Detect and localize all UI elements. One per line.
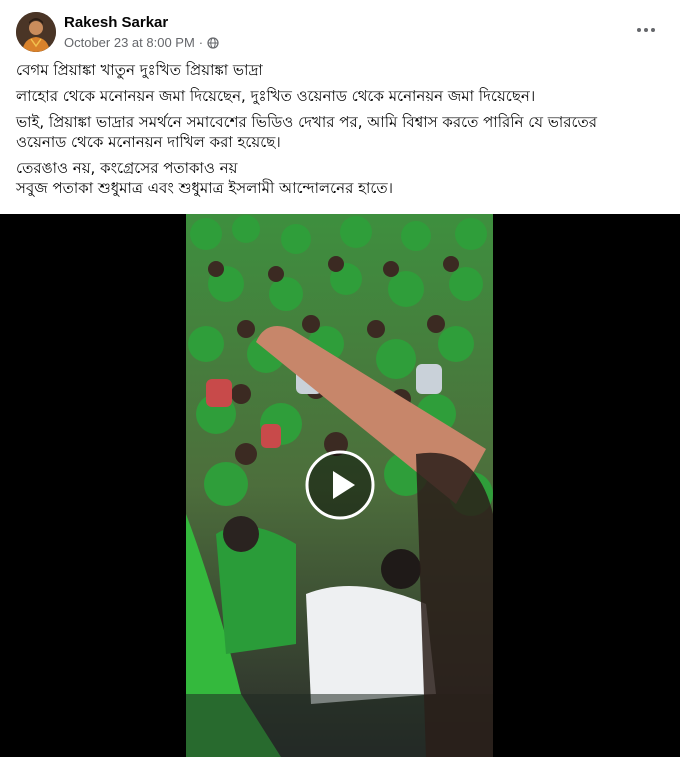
post-timestamp[interactable]: October 23 at 8:00 PM bbox=[64, 35, 195, 50]
more-horizontal-icon bbox=[637, 28, 641, 32]
meta-separator: · bbox=[198, 35, 204, 50]
text-line: বেগম প্রিয়াঙ্কা খাতুন দুঃখিত প্রিয়াঙ্ক… bbox=[16, 61, 263, 79]
post-header: Rakesh Sarkar October 23 at 8:00 PM · bbox=[0, 0, 680, 58]
avatar[interactable] bbox=[16, 12, 56, 52]
text-line: সবুজ পতাকা শুধুমাত্র এবং শুধুমাত্র ইসলাম… bbox=[16, 179, 393, 197]
text-line: ভাই, প্রিয়াঙ্কা ভাদ্রার সমর্থনে সমাবেশে… bbox=[16, 113, 598, 131]
more-dot bbox=[644, 28, 648, 32]
text-line: ওয়েনাড থেকে মনোনয়ন দাখিল করা হয়েছে। bbox=[16, 133, 281, 151]
globe-icon[interactable] bbox=[207, 36, 219, 49]
avatar-image bbox=[16, 12, 56, 52]
more-options-button[interactable] bbox=[630, 16, 662, 44]
author-name[interactable]: Rakesh Sarkar bbox=[64, 14, 168, 31]
paragraph-3: ভাই, প্রিয়াঙ্কা ভাদ্রার সমর্থনে সমাবেশে… bbox=[16, 112, 666, 152]
video-player[interactable] bbox=[0, 214, 680, 757]
paragraph-1: বেগম প্রিয়াঙ্কা খাতুন দুঃখিত প্রিয়াঙ্ক… bbox=[16, 60, 666, 80]
post-meta: October 23 at 8:00 PM · bbox=[64, 35, 219, 50]
more-dot bbox=[651, 28, 655, 32]
text-line: তেরঙাও নয়, কংগ্রেসের পতাকাও নয় bbox=[16, 159, 238, 177]
post-text: বেগম প্রিয়াঙ্কা খাতুন দুঃখিত প্রিয়াঙ্ক… bbox=[16, 60, 666, 204]
play-icon[interactable] bbox=[305, 450, 375, 520]
paragraph-4: তেরঙাও নয়, কংগ্রেসের পতাকাও নয় সবুজ পত… bbox=[16, 158, 666, 198]
facebook-post: Rakesh Sarkar October 23 at 8:00 PM · বে… bbox=[0, 0, 680, 757]
text-line: লাহোর থেকে মনোনয়ন জমা দিয়েছেন, দুঃখিত … bbox=[16, 87, 536, 105]
paragraph-2: লাহোর থেকে মনোনয়ন জমা দিয়েছেন, দুঃখিত … bbox=[16, 86, 666, 106]
